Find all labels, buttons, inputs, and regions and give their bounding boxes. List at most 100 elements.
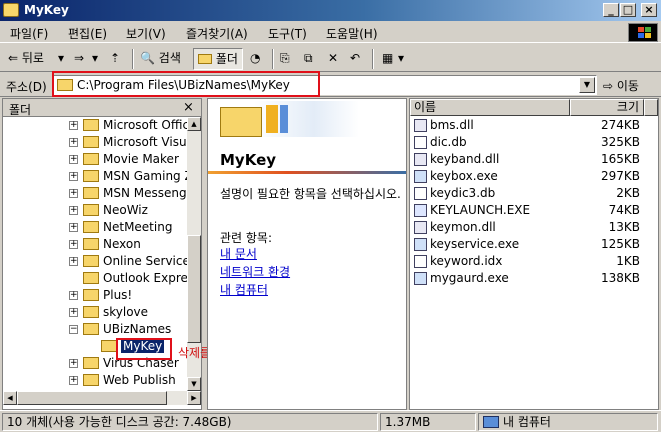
link-network-places[interactable]: 네트워크 환경: [220, 263, 290, 280]
column-header-size[interactable]: 크기: [570, 99, 644, 116]
scroll-thumb[interactable]: [187, 235, 201, 343]
go-button[interactable]: ⇨ 이동: [603, 77, 639, 94]
folder-icon: [83, 357, 99, 369]
file-row[interactable]: keyword.idx 1KB: [410, 253, 658, 270]
expand-icon[interactable]: +: [69, 206, 78, 215]
tree-item[interactable]: + Online Services: [3, 253, 187, 270]
file-name: dic.db: [430, 135, 467, 149]
status-object-count: 10 개체(사용 가능한 디스크 공간: 7.48GB): [2, 413, 378, 431]
title-bar[interactable]: MyKey _ □ ×: [0, 0, 661, 21]
file-size: 165KB: [600, 152, 640, 166]
expand-icon[interactable]: +: [69, 172, 78, 181]
expand-icon[interactable]: +: [69, 359, 78, 368]
file-row[interactable]: keydic3.db 2KB: [410, 185, 658, 202]
folder-icon: [83, 306, 99, 318]
tree-item[interactable]: + NetMeeting: [3, 219, 187, 236]
scroll-down-button[interactable]: ▼: [187, 377, 201, 391]
search-icon: 🔍: [140, 51, 155, 65]
copy-to-button[interactable]: ⧉: [304, 48, 313, 70]
expand-icon[interactable]: +: [69, 308, 78, 317]
menu-file[interactable]: 파일(F): [10, 25, 48, 42]
large-folder-icon: [220, 107, 262, 137]
tree-item[interactable]: − UBizNames: [3, 321, 187, 338]
expand-icon[interactable]: +: [69, 155, 78, 164]
menu-tools[interactable]: 도구(T): [268, 25, 307, 42]
tree-item[interactable]: + NeoWiz: [3, 202, 187, 219]
file-row[interactable]: keyband.dll 165KB: [410, 151, 658, 168]
tree-item[interactable]: + Web Publish: [3, 372, 187, 389]
maximize-button[interactable]: □: [620, 3, 636, 17]
menu-help[interactable]: 도움말(H): [326, 25, 378, 42]
back-dropdown-button[interactable]: ▾: [58, 48, 64, 70]
tree-item[interactable]: + Plus!: [3, 287, 187, 304]
folders-pane: 폴더 × +Microsoft Office+Microsoft Visual+…: [2, 98, 202, 410]
tree-item[interactable]: + Nexon: [3, 236, 187, 253]
my-computer-icon: [483, 416, 499, 428]
file-row[interactable]: dic.db 325KB: [410, 134, 658, 151]
file-icon: [414, 272, 427, 285]
forward-button[interactable]: ⇒: [74, 48, 84, 70]
file-name: bms.dll: [430, 118, 474, 132]
banner-stripe: [280, 105, 288, 133]
file-row[interactable]: keymon.dll 13KB: [410, 219, 658, 236]
tree-item[interactable]: + skylove: [3, 304, 187, 321]
tree-item[interactable]: + MSN Messenger: [3, 185, 187, 202]
tree-item[interactable]: + MSN Gaming Zone: [3, 168, 187, 185]
status-zone: 내 컴퓨터: [478, 413, 658, 431]
file-row[interactable]: KEYLAUNCH.EXE 74KB: [410, 202, 658, 219]
folders-pane-close-icon[interactable]: ×: [183, 100, 194, 115]
file-row[interactable]: keybox.exe 297KB: [410, 168, 658, 185]
up-button[interactable]: ⇡: [110, 48, 120, 70]
expand-icon[interactable]: +: [69, 138, 78, 147]
forward-dropdown-button[interactable]: ▾: [92, 48, 98, 70]
windows-logo-icon: [628, 23, 658, 42]
move-to-button[interactable]: ⎘: [280, 48, 290, 70]
expand-icon[interactable]: +: [69, 189, 78, 198]
scroll-left-button[interactable]: ◀: [3, 391, 17, 405]
views-dropdown-button[interactable]: ▾: [398, 48, 404, 70]
history-button[interactable]: ◔: [250, 48, 260, 70]
menu-favorites[interactable]: 즐겨찾기(A): [186, 25, 248, 42]
collapse-icon[interactable]: −: [69, 325, 78, 334]
expand-icon[interactable]: +: [69, 376, 78, 385]
link-my-computer[interactable]: 내 컴퓨터: [220, 281, 268, 298]
expand-icon[interactable]: +: [69, 121, 78, 130]
scroll-up-button[interactable]: ▲: [187, 117, 201, 131]
tree-item-label: Web Publish: [103, 373, 176, 387]
close-button[interactable]: ×: [641, 3, 657, 17]
expand-icon[interactable]: +: [69, 240, 78, 249]
expand-icon[interactable]: +: [69, 223, 78, 232]
views-button[interactable]: ▦: [382, 48, 393, 70]
file-row[interactable]: bms.dll 274KB: [410, 117, 658, 134]
tree-item[interactable]: + Microsoft Office: [3, 117, 187, 134]
column-header-name[interactable]: 이름: [410, 99, 570, 116]
file-icon: [414, 238, 427, 251]
column-header-extra[interactable]: [644, 99, 658, 116]
file-row[interactable]: keyservice.exe 125KB: [410, 236, 658, 253]
file-row[interactable]: mygaurd.exe 138KB: [410, 270, 658, 287]
back-label: 뒤로: [21, 51, 44, 65]
menu-view[interactable]: 보기(V): [126, 25, 166, 42]
address-dropdown-button[interactable]: ▼: [579, 77, 595, 93]
undo-button[interactable]: ↶: [350, 48, 360, 70]
minimize-button[interactable]: _: [603, 3, 619, 17]
folder-icon: [3, 3, 19, 17]
folders-button[interactable]: 폴더: [193, 48, 243, 70]
scroll-thumb[interactable]: [17, 391, 167, 405]
tree-item[interactable]: Outlook Express: [3, 270, 187, 287]
tree-item-label: MSN Gaming Zone: [103, 169, 187, 183]
back-button[interactable]: ⇐ 뒤로: [8, 48, 44, 70]
search-button[interactable]: 🔍 검색: [140, 48, 181, 70]
menu-edit[interactable]: 편집(E): [68, 25, 107, 42]
tree-item[interactable]: + Microsoft Visual: [3, 134, 187, 151]
tree-item-label: Plus!: [103, 288, 133, 302]
tree-item[interactable]: + Movie Maker: [3, 151, 187, 168]
delete-button[interactable]: ✕: [328, 48, 338, 70]
link-my-documents[interactable]: 내 문서: [220, 245, 257, 262]
scroll-right-button[interactable]: ▶: [187, 391, 201, 405]
expand-icon[interactable]: +: [69, 257, 78, 266]
expand-icon[interactable]: +: [69, 291, 78, 300]
selection-description: 설명이 필요한 항목을 선택하십시오.: [220, 187, 401, 201]
tree-item-label: NetMeeting: [103, 220, 173, 234]
folder-tree-horizontal-scrollbar[interactable]: ◀ ▶: [3, 391, 201, 405]
